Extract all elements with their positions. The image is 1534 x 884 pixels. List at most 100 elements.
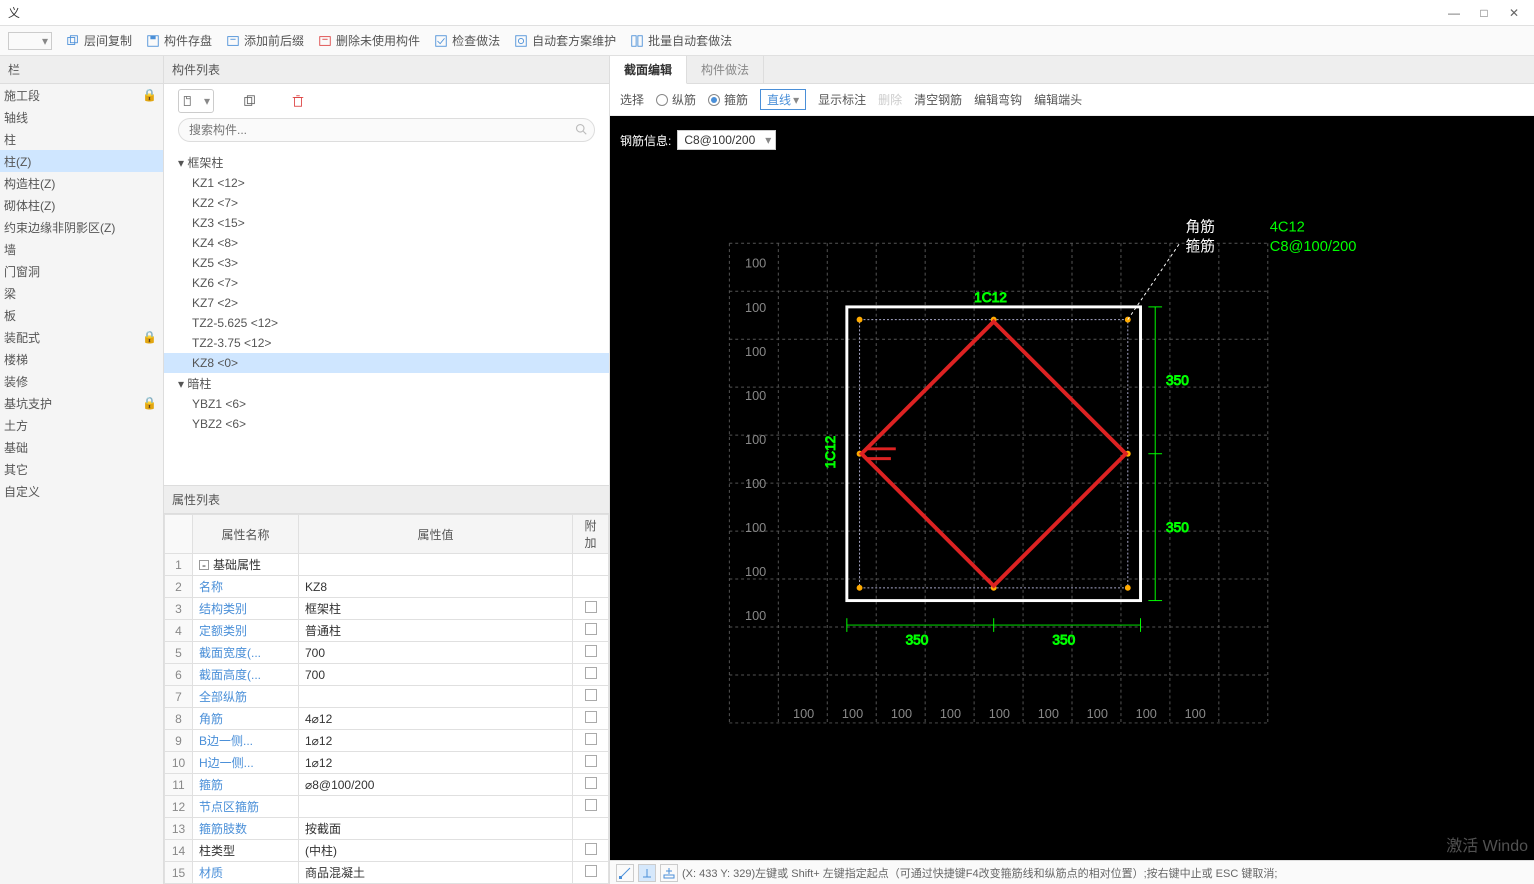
toolbar-save-component[interactable]: 构件存盘: [146, 32, 212, 49]
straight-line-button[interactable]: 直线▾: [760, 89, 806, 110]
checkbox[interactable]: [585, 843, 597, 855]
nav-item[interactable]: 板: [0, 304, 163, 326]
nav-list: 施工段🔒轴线柱柱(Z)构造柱(Z)砌体柱(Z)约束边缘非阴影区(Z)墙门窗洞梁板…: [0, 84, 163, 502]
minimize-button[interactable]: —: [1442, 4, 1466, 22]
table-row[interactable]: 14柱类型(中柱): [165, 840, 609, 862]
rebar-info-value[interactable]: C8@100/200: [677, 130, 776, 150]
table-row[interactable]: 2名称KZ8: [165, 576, 609, 598]
table-row[interactable]: 15材质商品混凝土: [165, 862, 609, 884]
radio-stirrup[interactable]: 箍筋: [708, 91, 748, 108]
tree-item[interactable]: YBZ1 <6>: [164, 394, 609, 414]
edit-end-button[interactable]: 编辑端头: [1034, 91, 1082, 108]
nav-item[interactable]: 自定义: [0, 480, 163, 502]
toolbar-batch-auto[interactable]: 批量自动套做法: [630, 32, 732, 49]
table-row[interactable]: 6截面高度(...700: [165, 664, 609, 686]
checkbox[interactable]: [585, 755, 597, 767]
checkbox[interactable]: [585, 645, 597, 657]
property-header: 属性列表: [164, 486, 609, 514]
svg-text:100: 100: [1136, 706, 1157, 721]
table-row[interactable]: 8角筋4⌀12: [165, 708, 609, 730]
nav-item[interactable]: 门窗洞: [0, 260, 163, 282]
table-row[interactable]: 1-基础属性: [165, 554, 609, 576]
tree-item[interactable]: TZ2-5.625 <12>: [164, 313, 609, 333]
close-button[interactable]: ✕: [1502, 4, 1526, 22]
tree-item[interactable]: KZ5 <3>: [164, 253, 609, 273]
nav-item[interactable]: 楼梯: [0, 348, 163, 370]
tab-section-edit[interactable]: 截面编辑: [610, 56, 687, 84]
svg-text:100: 100: [745, 476, 766, 491]
snap-endpoint-icon[interactable]: [616, 864, 634, 882]
svg-text:1C12: 1C12: [974, 290, 1007, 305]
new-component-button[interactable]: ▾: [178, 89, 214, 113]
snap-add-icon[interactable]: [660, 864, 678, 882]
nav-item[interactable]: 基坑支护🔒: [0, 392, 163, 414]
tree-item[interactable]: YBZ2 <6>: [164, 414, 609, 434]
maximize-button[interactable]: □: [1472, 4, 1496, 22]
table-row[interactable]: 7全部纵筋: [165, 686, 609, 708]
delete-button[interactable]: 删除: [878, 91, 902, 108]
tree-item[interactable]: KZ1 <12>: [164, 173, 609, 193]
window-title: 义: [8, 4, 20, 21]
nav-item[interactable]: 施工段🔒: [0, 84, 163, 106]
table-row[interactable]: 5截面宽度(...700: [165, 642, 609, 664]
checkbox[interactable]: [585, 689, 597, 701]
checkbox[interactable]: [585, 777, 597, 789]
nav-item[interactable]: 其它: [0, 458, 163, 480]
window-controls: — □ ✕: [1442, 4, 1526, 22]
canvas[interactable]: 钢筋信息: C8@100/200 10010010010010010010010…: [610, 116, 1534, 860]
tree-group[interactable]: ▾ 框架柱: [164, 152, 609, 173]
nav-item[interactable]: 柱(Z): [0, 150, 163, 172]
nav-item[interactable]: 柱: [0, 128, 163, 150]
checkbox[interactable]: [585, 601, 597, 613]
nav-item[interactable]: 基础: [0, 436, 163, 458]
checkbox[interactable]: [585, 623, 597, 635]
toolbar-add-prefix-suffix[interactable]: 添加前后缀: [226, 32, 304, 49]
nav-item[interactable]: 构造柱(Z): [0, 172, 163, 194]
table-row[interactable]: 11箍筋⌀8@100/200: [165, 774, 609, 796]
nav-item[interactable]: 土方: [0, 414, 163, 436]
checkbox[interactable]: [585, 865, 597, 877]
table-row[interactable]: 9B边一侧...1⌀12: [165, 730, 609, 752]
toolbar-check[interactable]: 检查做法: [434, 32, 500, 49]
table-row[interactable]: 10H边一侧...1⌀12: [165, 752, 609, 774]
toolbar-dropdown[interactable]: ▾: [8, 32, 52, 50]
toolbar-delete-unused[interactable]: 删除未使用构件: [318, 32, 420, 49]
edit-hook-button[interactable]: 编辑弯钩: [974, 91, 1022, 108]
nav-item[interactable]: 梁: [0, 282, 163, 304]
radio-longitudinal[interactable]: 纵筋: [656, 91, 696, 108]
table-row[interactable]: 3结构类别框架柱: [165, 598, 609, 620]
component-tree: ▾ 框架柱KZ1 <12>KZ2 <7>KZ3 <15>KZ4 <8>KZ5 <…: [164, 148, 609, 485]
show-annotation-button[interactable]: 显示标注: [818, 91, 866, 108]
checkbox[interactable]: [585, 733, 597, 745]
toolbar-copy-between-floors[interactable]: 层间复制: [66, 32, 132, 49]
tree-item[interactable]: KZ4 <8>: [164, 233, 609, 253]
nav-item[interactable]: 轴线: [0, 106, 163, 128]
nav-item[interactable]: 砌体柱(Z): [0, 194, 163, 216]
tree-item[interactable]: KZ6 <7>: [164, 273, 609, 293]
nav-item[interactable]: 墙: [0, 238, 163, 260]
copy-component-button[interactable]: [238, 89, 262, 113]
table-row[interactable]: 12节点区箍筋: [165, 796, 609, 818]
nav-item[interactable]: 装修: [0, 370, 163, 392]
svg-text:100: 100: [989, 706, 1010, 721]
tree-item[interactable]: KZ8 <0>: [164, 353, 609, 373]
tree-item[interactable]: KZ3 <15>: [164, 213, 609, 233]
tree-item[interactable]: KZ7 <2>: [164, 293, 609, 313]
clear-rebar-button[interactable]: 清空钢筋: [914, 91, 962, 108]
nav-item[interactable]: 装配式🔒: [0, 326, 163, 348]
checkbox[interactable]: [585, 667, 597, 679]
tab-component-method[interactable]: 构件做法: [687, 56, 764, 83]
checkbox[interactable]: [585, 711, 597, 723]
search-input[interactable]: [178, 118, 595, 142]
svg-text:100: 100: [745, 608, 766, 623]
snap-perp-icon[interactable]: [638, 864, 656, 882]
tree-group[interactable]: ▾ 暗柱: [164, 373, 609, 394]
tree-item[interactable]: KZ2 <7>: [164, 193, 609, 213]
table-row[interactable]: 4定额类别普通柱: [165, 620, 609, 642]
tree-item[interactable]: TZ2-3.75 <12>: [164, 333, 609, 353]
checkbox[interactable]: [585, 799, 597, 811]
table-row[interactable]: 13箍筋肢数按截面: [165, 818, 609, 840]
nav-item[interactable]: 约束边缘非阴影区(Z): [0, 216, 163, 238]
toolbar-auto-scheme[interactable]: 自动套方案维护: [514, 32, 616, 49]
delete-component-button[interactable]: [286, 89, 310, 113]
